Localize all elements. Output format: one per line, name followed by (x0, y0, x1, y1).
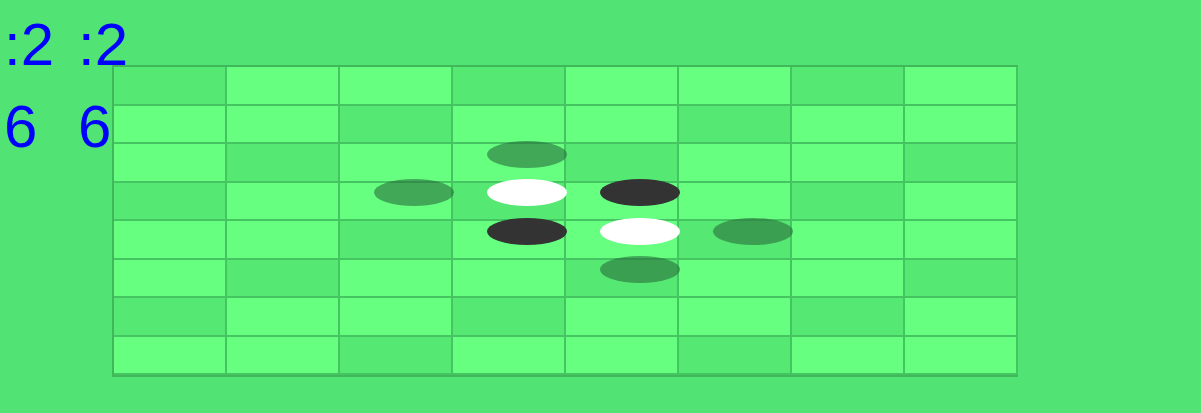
board-cell[interactable] (453, 144, 566, 183)
board-cell[interactable] (340, 221, 453, 260)
board-cell[interactable] (453, 67, 566, 106)
board-cell[interactable] (114, 106, 227, 145)
board-cell[interactable] (340, 106, 453, 145)
board-cell[interactable] (566, 183, 679, 222)
board-cell[interactable] (340, 260, 453, 299)
board-cell[interactable] (227, 337, 340, 376)
board-cell[interactable] (679, 337, 792, 376)
board-cell[interactable] (792, 106, 905, 145)
board-cell[interactable] (227, 144, 340, 183)
board-cell[interactable] (905, 67, 1018, 106)
board-cell[interactable] (566, 298, 679, 337)
board-cell[interactable] (792, 337, 905, 376)
board-cell[interactable] (905, 106, 1018, 145)
board-cell[interactable] (679, 106, 792, 145)
board-cell[interactable] (227, 67, 340, 106)
board-cell[interactable] (114, 144, 227, 183)
board-cell[interactable] (792, 183, 905, 222)
board-cell[interactable] (340, 144, 453, 183)
board-cell[interactable] (114, 183, 227, 222)
board-cell[interactable] (566, 260, 679, 299)
score-label: :2 (4, 4, 54, 86)
board-cell[interactable] (453, 221, 566, 260)
board-cell[interactable] (566, 337, 679, 376)
move-hint[interactable] (600, 256, 680, 283)
board-cell[interactable] (792, 221, 905, 260)
board-cell[interactable] (679, 260, 792, 299)
board-cell[interactable] (340, 337, 453, 376)
board-cell[interactable] (792, 67, 905, 106)
board-cell[interactable] (340, 298, 453, 337)
board-cell[interactable] (566, 144, 679, 183)
board-cell[interactable] (792, 298, 905, 337)
board-cell[interactable] (114, 337, 227, 376)
white-piece (600, 218, 680, 245)
board-cell[interactable] (679, 221, 792, 260)
board-cell[interactable] (114, 221, 227, 260)
board-cell[interactable] (792, 144, 905, 183)
score-value: 6 (4, 86, 54, 168)
move-hint[interactable] (713, 218, 793, 245)
score-label: :2 (78, 4, 128, 86)
board-cell[interactable] (453, 106, 566, 145)
game-screen: :26:26 (0, 0, 1201, 413)
black-piece (600, 179, 680, 206)
board-cell[interactable] (453, 183, 566, 222)
board-cell[interactable] (905, 183, 1018, 222)
black-piece (487, 218, 567, 245)
board-cell[interactable] (566, 106, 679, 145)
board-cell[interactable] (566, 67, 679, 106)
board-cell[interactable] (227, 221, 340, 260)
white-piece (487, 179, 567, 206)
score-panel: :26:26 (4, 4, 128, 168)
board-cell[interactable] (679, 183, 792, 222)
board-cell[interactable] (114, 260, 227, 299)
board-cell[interactable] (453, 298, 566, 337)
board-cell[interactable] (340, 67, 453, 106)
score: :26 (78, 4, 128, 168)
board-cell[interactable] (679, 298, 792, 337)
board-cell[interactable] (340, 183, 453, 222)
board-cell[interactable] (679, 144, 792, 183)
board-cell[interactable] (227, 298, 340, 337)
board-cell[interactable] (905, 298, 1018, 337)
score-value: 6 (78, 86, 128, 168)
board-cell[interactable] (114, 67, 227, 106)
board-cell[interactable] (905, 337, 1018, 376)
board-cell[interactable] (905, 221, 1018, 260)
board-cell[interactable] (453, 260, 566, 299)
move-hint[interactable] (487, 141, 567, 168)
board-cell[interactable] (227, 183, 340, 222)
board-cell[interactable] (905, 144, 1018, 183)
board-cell[interactable] (905, 260, 1018, 299)
score: :26 (4, 4, 54, 168)
board-cell[interactable] (792, 260, 905, 299)
board-cell[interactable] (227, 106, 340, 145)
board-cell[interactable] (453, 337, 566, 376)
move-hint[interactable] (374, 179, 454, 206)
board-cell[interactable] (227, 260, 340, 299)
board-cell[interactable] (114, 298, 227, 337)
board-cell[interactable] (679, 67, 792, 106)
board-cell[interactable] (566, 221, 679, 260)
game-board (112, 65, 1018, 377)
